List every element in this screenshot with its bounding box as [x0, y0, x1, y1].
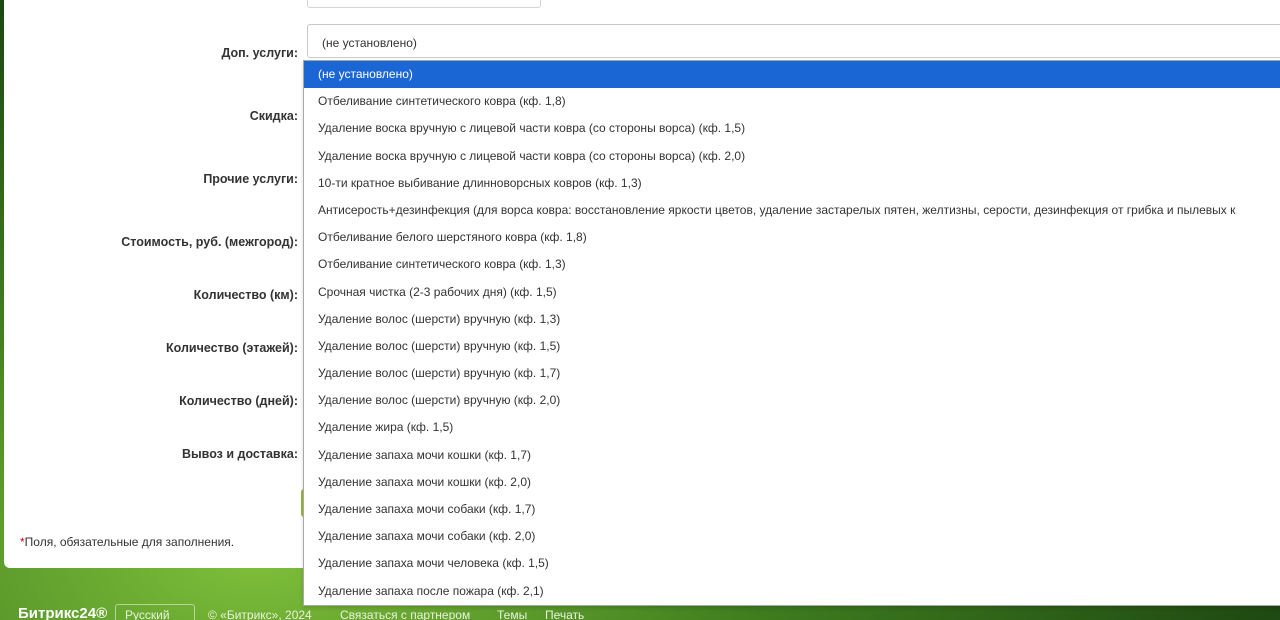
- previous-field-input[interactable]: [307, 0, 541, 8]
- field-label: Доп. услуги:: [221, 46, 298, 60]
- field-label: Количество (дней):: [179, 394, 298, 408]
- field-label: Прочие услуги:: [203, 172, 298, 186]
- extra-services-select[interactable]: (не установлено): [307, 24, 1280, 58]
- required-note-text: Поля, обязательные для заполнения.: [24, 535, 235, 549]
- dropdown-option[interactable]: Удаление волос (шерсти) вручную (кф. 1,7…: [304, 360, 1280, 387]
- bitrix24-logo: Битрикс24®: [18, 605, 108, 620]
- extra-services-select-value: (не установлено): [322, 36, 417, 50]
- dropdown-option[interactable]: Антисерость+дезинфекция (для ворса ковра…: [304, 197, 1280, 224]
- dropdown-option[interactable]: Удаление запаха мочи собаки (кф. 1,7): [304, 496, 1280, 523]
- dropdown-option[interactable]: Удаление запаха мочи собаки (кф. 2,0): [304, 523, 1280, 550]
- field-label: Скидка:: [249, 109, 298, 123]
- themes-link[interactable]: Темы: [497, 608, 527, 620]
- dropdown-option[interactable]: Удаление запаха мочи кошки (кф. 1,7): [304, 442, 1280, 469]
- partner-link[interactable]: Связаться с партнером: [340, 608, 470, 620]
- dropdown-option[interactable]: Удаление запаха после пожара (кф. 2,1): [304, 578, 1280, 605]
- print-link[interactable]: Печать: [545, 608, 584, 620]
- dropdown-option[interactable]: Удаление волос (шерсти) вручную (кф. 1,3…: [304, 306, 1280, 333]
- dropdown-option[interactable]: Удаление волос (шерсти) вручную (кф. 1,5…: [304, 333, 1280, 360]
- dropdown-option[interactable]: Удаление жира (кф. 1,5): [304, 414, 1280, 441]
- dropdown-option[interactable]: Отбеливание синтетического ковра (кф. 1,…: [304, 88, 1280, 115]
- dropdown-option[interactable]: Удаление воска вручную с лицевой части к…: [304, 115, 1280, 142]
- dropdown-option[interactable]: 10-ти кратное выбивание длинноворсных ко…: [304, 170, 1280, 197]
- field-label: Количество (км):: [193, 288, 298, 302]
- required-fields-note: *Поля, обязательные для заполнения.: [20, 535, 234, 549]
- footer-bar: Битрикс24® Русский © «Битрикс», 2024 Свя…: [0, 604, 1280, 620]
- dropdown-option[interactable]: Удаление волос (шерсти) вручную (кф. 2,0…: [304, 387, 1280, 414]
- dropdown-option[interactable]: Удаление запаха мочи кошки (кф. 2,0): [304, 469, 1280, 496]
- dropdown-option[interactable]: Срочная чистка (2-3 рабочих дня) (кф. 1,…: [304, 279, 1280, 306]
- copyright-text: © «Битрикс», 2024: [208, 608, 312, 620]
- dropdown-option[interactable]: Отбеливание синтетического ковра (кф. 1,…: [304, 251, 1280, 278]
- field-label: Стоимость, руб. (межгород):: [121, 235, 298, 249]
- dropdown-option[interactable]: Удаление запаха мочи человека (кф. 1,5): [304, 550, 1280, 577]
- language-label: Русский: [125, 608, 170, 620]
- field-label: Количество (этажей):: [166, 341, 298, 355]
- dropdown-option[interactable]: Отбеливание белого шерстяного ковра (кф.…: [304, 224, 1280, 251]
- dropdown-option[interactable]: Удаление воска вручную с лицевой части к…: [304, 143, 1280, 170]
- field-label: Вывоз и доставка:: [181, 447, 298, 461]
- dropdown-option[interactable]: (не установлено): [304, 61, 1280, 89]
- extra-services-dropdown-list[interactable]: (не установлено) Отбеливание синтетическо…: [303, 60, 1280, 606]
